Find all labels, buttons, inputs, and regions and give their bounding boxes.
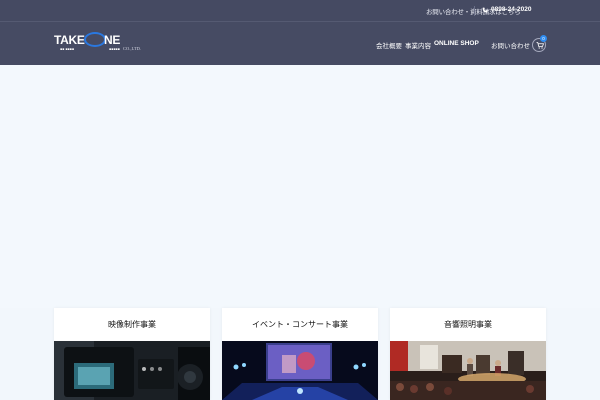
service-card-image-concert-stage <box>222 341 378 400</box>
logo-tagline-right: ▪▪▪▪▪ <box>109 47 120 51</box>
service-card-image-video-camera <box>54 341 210 400</box>
nav-item-contact[interactable]: お問い合わせ <box>491 40 530 50</box>
logo-ring-icon <box>84 32 106 47</box>
hero-slider-area <box>0 65 600 308</box>
service-cards: 映像制作事業 イベント・コンサート事業 音響照明事業 <box>0 308 600 400</box>
service-card-image-live-band <box>390 341 546 400</box>
site-logo[interactable]: TAKE NE ▪▪ ▪▪▪▪ ▪▪▪▪▪ CO.,LTD. <box>54 32 149 55</box>
top-info-bar: お問い合わせ・資料請求はこちら 0898-24-2020 <box>0 0 600 22</box>
topbar-divider <box>474 6 475 16</box>
phone-number: 0898-24-2020 <box>491 6 532 13</box>
nav-item-company[interactable]: 会社概要 <box>376 40 402 50</box>
service-card-event[interactable]: イベント・コンサート事業 <box>222 308 378 400</box>
cart-icon <box>536 42 544 49</box>
service-card-title: 音響照明事業 <box>444 320 492 329</box>
phone-icon <box>482 7 488 12</box>
logo-word-ne: NE <box>104 33 121 47</box>
main-navbar: TAKE NE ▪▪ ▪▪▪▪ ▪▪▪▪▪ CO.,LTD. 会社概要 事業内容… <box>0 22 600 65</box>
service-card-title: 映像制作事業 <box>108 320 156 329</box>
logo-company-suffix: CO.,LTD. <box>123 46 141 51</box>
nav-item-business[interactable]: 事業内容 <box>405 40 431 50</box>
service-card-title: イベント・コンサート事業 <box>252 320 348 329</box>
service-card-video[interactable]: 映像制作事業 <box>54 308 210 400</box>
logo-word-take: TAKE <box>54 33 85 47</box>
phone-link[interactable]: 0898-24-2020 <box>482 6 531 13</box>
service-card-sound-lighting[interactable]: 音響照明事業 <box>390 308 546 400</box>
logo-tagline-left: ▪▪ ▪▪▪▪ <box>60 47 74 51</box>
nav-item-online-shop[interactable]: ONLINE SHOP <box>434 40 479 47</box>
cart-count-badge: 0 <box>540 35 547 42</box>
